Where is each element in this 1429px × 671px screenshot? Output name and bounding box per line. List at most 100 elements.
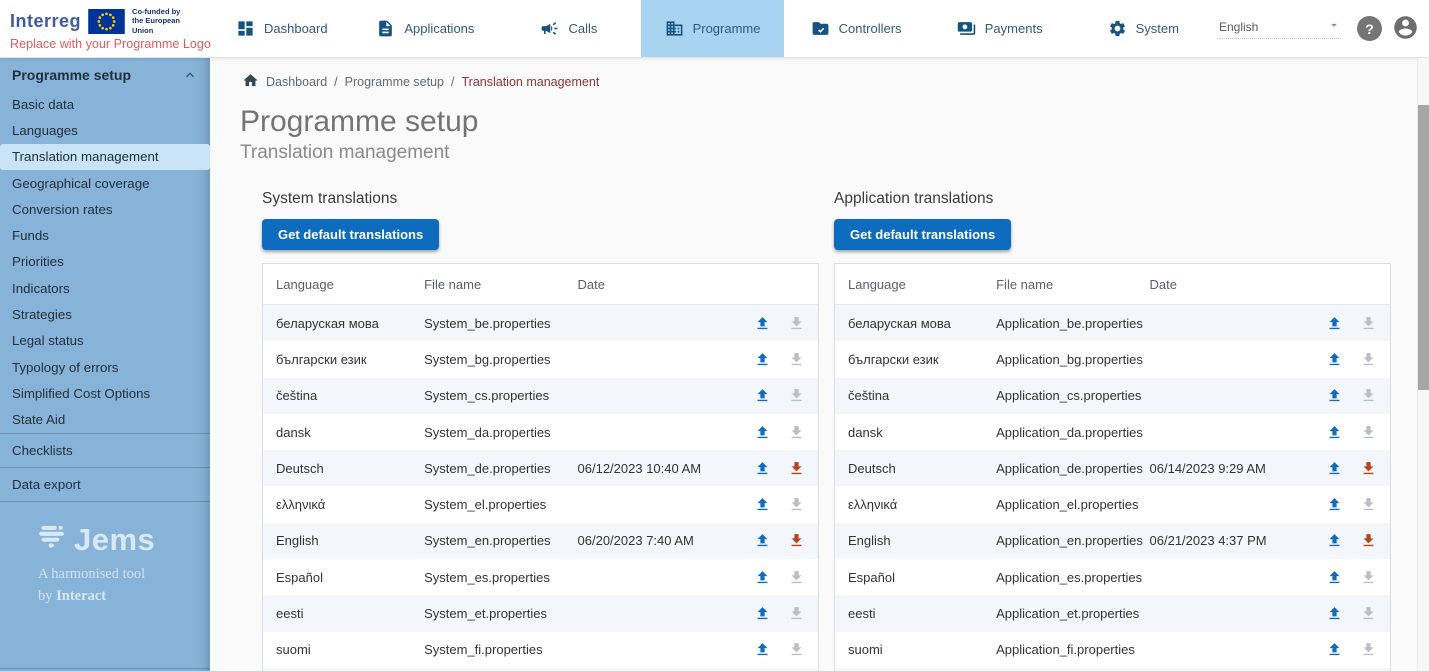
table-row: dansk System_da.properties	[263, 414, 818, 450]
sidebar-item-label: Basic data	[12, 97, 74, 112]
upload-icon[interactable]	[1326, 496, 1343, 513]
scrollbar-thumb[interactable]	[1418, 105, 1429, 390]
upload-icon[interactable]	[1326, 532, 1343, 549]
upload-icon[interactable]	[754, 496, 771, 513]
get-default-translations-button[interactable]: Get default translations	[834, 219, 1011, 250]
download-icon	[1360, 569, 1377, 586]
row-filename: System_cs.properties	[424, 388, 577, 403]
table-row: беларуская мова System_be.properties	[263, 305, 818, 341]
upload-icon[interactable]	[754, 351, 771, 368]
upload-icon[interactable]	[754, 605, 771, 622]
nav-item-calls[interactable]: Calls	[497, 0, 641, 57]
upload-icon[interactable]	[754, 424, 771, 441]
sidebar-item-typology-of-errors[interactable]: Typology of errors	[0, 354, 210, 380]
table-header-row: Language File name Date	[835, 264, 1390, 305]
nav-item-applications[interactable]: Applications	[354, 0, 498, 57]
row-filename: Application_et.properties	[996, 606, 1149, 621]
sidebar-item-state-aid[interactable]: State Aid	[0, 407, 210, 433]
table-row: български език Application_bg.properties	[835, 341, 1390, 377]
download-icon[interactable]	[1360, 532, 1377, 549]
breadcrumb-programme-setup[interactable]: Programme setup	[345, 75, 444, 89]
row-language: ελληνικά	[848, 497, 996, 512]
row-filename: Application_es.properties	[996, 570, 1149, 585]
help-button[interactable]: ?	[1357, 16, 1382, 41]
nav-item-dashboard[interactable]: Dashboard	[210, 0, 354, 57]
sidebar-item-label: Priorities	[12, 254, 64, 269]
sidebar-item-checklists[interactable]: Checklists	[0, 434, 210, 467]
sidebar-item-funds[interactable]: Funds	[0, 222, 210, 248]
sidebar-item-geographical-coverage[interactable]: Geographical coverage	[0, 170, 210, 196]
nav-item-label: Programme	[693, 21, 761, 36]
vertical-scrollbar[interactable]	[1417, 58, 1429, 671]
sidebar-item-data-export[interactable]: Data export	[0, 468, 210, 501]
sidebar-item-label: Legal status	[12, 333, 84, 348]
sidebar-items: Basic data Languages Translation managem…	[0, 91, 210, 502]
upload-icon[interactable]	[754, 315, 771, 332]
nav-item-programme[interactable]: Programme	[641, 0, 785, 57]
language-selector[interactable]: English	[1219, 18, 1341, 39]
upload-icon[interactable]	[1326, 641, 1343, 658]
upload-icon[interactable]	[1326, 315, 1343, 332]
nav-item-payments[interactable]: Payments	[928, 0, 1072, 57]
sidebar-item-basic-data[interactable]: Basic data	[0, 91, 210, 117]
sidebar-item-priorities[interactable]: Priorities	[0, 249, 210, 275]
sidebar-item-strategies[interactable]: Strategies	[0, 301, 210, 327]
sidebar-item-translation-management[interactable]: Translation management	[0, 144, 210, 170]
column-header-language: Language	[848, 277, 996, 292]
upload-icon[interactable]	[754, 460, 771, 477]
row-date: 06/20/2023 7:40 AM	[578, 533, 729, 548]
jems-logo-block: Jems A harmonised tool by Interact	[0, 522, 210, 608]
main-content: Dashboard / Programme setup / Translatio…	[210, 58, 1429, 671]
upload-icon[interactable]	[754, 387, 771, 404]
translations-table: Language File name Date беларуская мова …	[834, 263, 1391, 671]
download-icon[interactable]	[788, 460, 805, 477]
account-button[interactable]	[1393, 16, 1418, 41]
upload-icon[interactable]	[1326, 569, 1343, 586]
get-default-translations-button[interactable]: Get default translations	[262, 219, 439, 250]
upload-icon[interactable]	[1326, 351, 1343, 368]
download-icon[interactable]	[788, 532, 805, 549]
nav-item-system[interactable]: System	[1071, 0, 1215, 57]
row-language: čeština	[276, 388, 424, 403]
row-actions	[729, 532, 805, 549]
sidebar-item-conversion-rates[interactable]: Conversion rates	[0, 196, 210, 222]
row-actions	[1301, 351, 1377, 368]
table-row: Español System_es.properties	[263, 559, 818, 595]
sidebar-item-languages[interactable]: Languages	[0, 117, 210, 143]
sidebar-item-simplified-cost-options[interactable]: Simplified Cost Options	[0, 380, 210, 406]
download-icon[interactable]	[1360, 460, 1377, 477]
row-filename: System_da.properties	[424, 425, 577, 440]
upload-icon[interactable]	[1326, 387, 1343, 404]
sidebar-item-indicators[interactable]: Indicators	[0, 275, 210, 301]
table-row: English System_en.properties 06/20/2023 …	[263, 523, 818, 559]
calls-icon	[540, 19, 559, 38]
sidebar-item-label: Conversion rates	[12, 202, 113, 217]
upload-icon[interactable]	[754, 569, 771, 586]
upload-icon[interactable]	[1326, 424, 1343, 441]
row-actions	[729, 315, 805, 332]
row-language: Deutsch	[848, 461, 996, 476]
row-filename: System_es.properties	[424, 570, 577, 585]
upload-icon[interactable]	[1326, 605, 1343, 622]
nav-item-controllers[interactable]: Controllers	[784, 0, 928, 57]
nav-item-label: Controllers	[839, 21, 902, 36]
row-actions	[729, 460, 805, 477]
sidebar-item-label: Checklists	[12, 443, 73, 458]
download-icon	[788, 641, 805, 658]
breadcrumb-dashboard[interactable]: Dashboard	[266, 75, 327, 89]
home-icon[interactable]	[242, 72, 259, 92]
row-language: English	[276, 533, 424, 548]
upload-icon[interactable]	[1326, 460, 1343, 477]
breadcrumb-separator: /	[334, 75, 337, 89]
jems-tagline: A harmonised tool by Interact	[38, 564, 210, 608]
sidebar-section-programme-setup[interactable]: Programme setup	[0, 58, 210, 91]
sidebar-item-legal-status[interactable]: Legal status	[0, 328, 210, 354]
replace-logo-note: Replace with your Programme Logo	[10, 37, 202, 51]
upload-icon[interactable]	[754, 532, 771, 549]
row-filename: Application_fi.properties	[996, 642, 1149, 657]
download-icon	[1360, 351, 1377, 368]
translations-panels: System translations Get default translat…	[262, 190, 1391, 671]
breadcrumb-separator: /	[451, 75, 454, 89]
row-language: suomi	[276, 642, 424, 657]
upload-icon[interactable]	[754, 641, 771, 658]
